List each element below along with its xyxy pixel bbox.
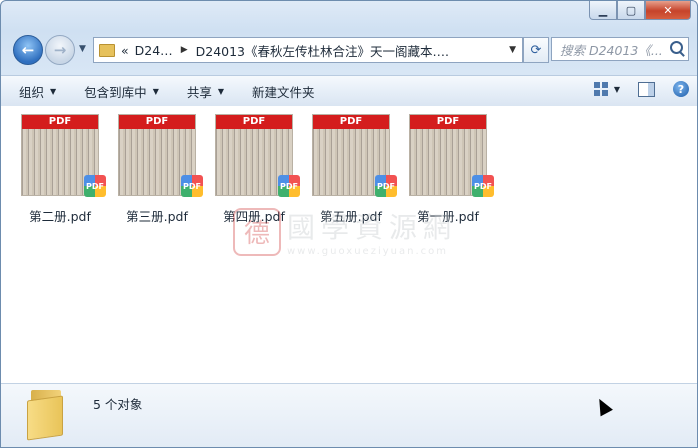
file-list: PDF PDF 第二册.pdf PDF PDF 第三册.pdf PDF PDF … [1, 106, 697, 383]
include-in-library-label: 包含到库中 [84, 84, 147, 100]
pdf-label: PDF [313, 115, 389, 129]
item-count: 5 个对象 [93, 397, 143, 412]
preview-pane-icon[interactable] [638, 81, 655, 97]
pdf-thumbnail: PDF PDF [215, 114, 300, 197]
refresh-icon[interactable]: ⟳ [523, 37, 549, 63]
pdf-thumbnail: PDF PDF [409, 114, 494, 197]
new-folder-button[interactable]: 新建文件夹 [252, 82, 315, 101]
chevron-down-icon[interactable]: ▼ [614, 85, 620, 94]
new-folder-label: 新建文件夹 [252, 84, 315, 100]
search-placeholder: 搜索 D24013《... [560, 42, 663, 58]
pdf-label: PDF [119, 115, 195, 129]
address-bar[interactable]: « D24… ▶ D24013《春秋左传杜林合注》天一阁藏本…. ▼ [93, 37, 523, 63]
share-label: 共享 [186, 84, 212, 100]
include-in-library-menu[interactable]: 包含到库中 ▼ [84, 82, 159, 101]
watermark-url: www.guoxueziyuan.com [287, 246, 448, 257]
command-bar: 组织 ▼ 包含到库中 ▼ 共享 ▼ 新建文件夹 ▼ ? [1, 75, 697, 107]
pdf-thumbnail: PDF PDF [312, 114, 397, 197]
pdf-app-icon: PDF [181, 175, 203, 197]
minimize-button[interactable]: ▁ [589, 1, 617, 20]
pdf-app-icon: PDF [472, 175, 494, 197]
watermark: 德 國學資源網 www.guoxueziyuan.com [233, 206, 457, 257]
breadcrumb-item-1[interactable]: D24… [135, 43, 173, 58]
watermark-title: 國學資源網 [287, 211, 458, 244]
share-menu[interactable]: 共享 ▼ [187, 82, 224, 101]
pdf-app-icon: PDF [278, 175, 300, 197]
forward-arrow-icon[interactable]: → [45, 35, 75, 65]
help-icon[interactable]: ? [673, 81, 689, 97]
maximize-button[interactable]: ▢ [617, 1, 645, 20]
organize-menu[interactable]: 组织 ▼ [19, 82, 56, 101]
pdf-label: PDF [216, 115, 292, 129]
close-button[interactable]: ✕ [645, 1, 691, 20]
folder-icon [27, 390, 65, 441]
folder-icon [99, 43, 115, 57]
address-dropdown[interactable]: ▼ [509, 45, 516, 55]
details-pane: 5 个对象 [1, 383, 697, 447]
pdf-app-icon: PDF [84, 175, 106, 197]
window-caption-buttons: ▁ ▢ ✕ [589, 1, 691, 20]
breadcrumb-item-2[interactable]: D24013《春秋左传杜林合注》天一阁藏本…. [196, 41, 449, 60]
navigation-bar: ← → ▼ « D24… ▶ D24013《春秋左传杜林合注》天一阁藏本…. ▼… [9, 35, 689, 65]
breadcrumb-separator[interactable]: ▶ [181, 45, 188, 55]
file-item[interactable]: PDF PDF 第三册.pdf [116, 114, 203, 224]
file-item[interactable]: PDF PDF 第二册.pdf [19, 114, 106, 224]
chevron-down-icon: ▼ [50, 86, 57, 96]
breadcrumb-overflow[interactable]: « [121, 43, 129, 58]
watermark-seal: 德 [233, 207, 281, 256]
chevron-down-icon: ▼ [217, 86, 225, 96]
search-input[interactable]: 搜索 D24013《... [551, 37, 689, 61]
pdf-label: PDF [22, 115, 98, 129]
pdf-app-icon: PDF [375, 175, 397, 197]
recent-pages-dropdown[interactable]: ▼ [79, 44, 86, 54]
chevron-down-icon: ▼ [152, 86, 159, 96]
view-options-icon[interactable] [593, 82, 608, 96]
pdf-label: PDF [410, 115, 486, 129]
pdf-thumbnail: PDF PDF [21, 114, 106, 197]
view-controls: ▼ ? [593, 81, 689, 97]
pdf-thumbnail: PDF PDF [118, 114, 203, 197]
file-name[interactable]: 第二册.pdf [13, 206, 107, 225]
search-icon[interactable] [670, 41, 683, 54]
back-arrow-icon[interactable]: ← [13, 35, 43, 65]
file-name[interactable]: 第三册.pdf [110, 206, 204, 225]
organize-label: 组织 [19, 84, 45, 100]
explorer-window: ▁ ▢ ✕ ← → ▼ « D24… ▶ D24013《春秋左传杜林合注》天一阁… [0, 0, 698, 448]
